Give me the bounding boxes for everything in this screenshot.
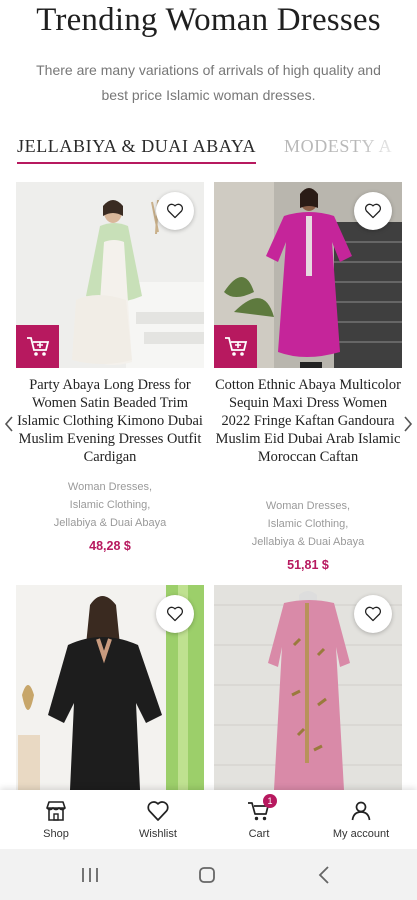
nav-label: Cart bbox=[248, 828, 270, 840]
nav-item-cart[interactable]: 1 Cart bbox=[207, 790, 311, 849]
recent-apps-button[interactable] bbox=[80, 865, 100, 885]
category-link[interactable]: Islamic Clothing, bbox=[16, 496, 204, 514]
heart-icon bbox=[166, 606, 184, 622]
product-image[interactable] bbox=[16, 182, 204, 368]
category-link[interactable]: Woman Dresses, bbox=[214, 497, 402, 515]
page-title: Trending Woman Dresses bbox=[36, 2, 381, 38]
back-icon bbox=[318, 866, 329, 884]
product-card[interactable]: Party Abaya Long Dress for Women Satin B… bbox=[16, 182, 204, 562]
cart-icon bbox=[224, 336, 247, 356]
category-tabs: JELLABIYA & DUAI ABAYA MODESTY A bbox=[0, 134, 417, 166]
recent-apps-icon bbox=[82, 868, 98, 882]
product-image[interactable] bbox=[16, 585, 204, 790]
nav-label: Wishlist bbox=[139, 828, 177, 840]
carousel-next-button[interactable] bbox=[401, 414, 415, 434]
product-image[interactable] bbox=[214, 182, 402, 368]
nav-label: Shop bbox=[43, 828, 69, 840]
wishlist-button[interactable] bbox=[156, 595, 194, 633]
product-name[interactable]: Party Abaya Long Dress for Women Satin B… bbox=[16, 376, 204, 466]
category-link[interactable]: Jellabiya & Duai Abaya bbox=[16, 514, 204, 532]
product-categories: Woman Dresses, Islamic Clothing, Jellabi… bbox=[16, 478, 204, 532]
product-price: 51,81 $ bbox=[287, 558, 329, 572]
heart-icon bbox=[364, 606, 382, 622]
product-card[interactable] bbox=[16, 585, 204, 790]
category-link[interactable]: Islamic Clothing, bbox=[214, 515, 402, 533]
back-button[interactable] bbox=[314, 865, 334, 885]
product-card[interactable]: Cotton Ethnic Abaya Multicolor Sequin Ma… bbox=[214, 182, 402, 582]
nav-label: My account bbox=[332, 828, 390, 840]
product-price: 48,28 $ bbox=[89, 539, 131, 553]
carousel-prev-button[interactable] bbox=[2, 414, 16, 434]
nav-item-my-account[interactable]: My account bbox=[309, 790, 413, 849]
heart-icon bbox=[147, 801, 169, 821]
chevron-right-icon bbox=[404, 416, 413, 432]
product-card[interactable] bbox=[214, 585, 402, 790]
add-to-cart-button[interactable] bbox=[214, 325, 257, 368]
chevron-left-icon bbox=[4, 416, 13, 432]
product-categories: Woman Dresses, Islamic Clothing, Jellabi… bbox=[214, 497, 402, 551]
cart-count-badge: 1 bbox=[263, 794, 277, 808]
tab-fade bbox=[357, 134, 417, 166]
nav-item-shop[interactable]: Shop bbox=[4, 790, 108, 849]
product-name[interactable]: Cotton Ethnic Abaya Multicolor Sequin Ma… bbox=[214, 376, 402, 466]
nav-item-wishlist[interactable]: Wishlist bbox=[106, 790, 210, 849]
add-to-cart-button[interactable] bbox=[16, 325, 59, 368]
cart-icon bbox=[26, 336, 49, 356]
tab-jellabiya-duai-abaya[interactable]: JELLABIYA & DUAI ABAYA bbox=[17, 136, 257, 164]
cart-icon-wrap: 1 bbox=[247, 794, 277, 823]
home-icon bbox=[199, 867, 215, 883]
wishlist-button[interactable] bbox=[354, 192, 392, 230]
heart-icon bbox=[364, 203, 382, 219]
product-image[interactable] bbox=[214, 585, 402, 790]
category-link[interactable]: Woman Dresses, bbox=[16, 478, 204, 496]
system-navigation-bar bbox=[0, 849, 417, 900]
wishlist-button[interactable] bbox=[156, 192, 194, 230]
user-icon bbox=[351, 801, 371, 821]
home-button[interactable] bbox=[197, 865, 217, 885]
bottom-navigation: Shop Wishlist 1 Cart My account bbox=[0, 790, 417, 849]
wishlist-button[interactable] bbox=[354, 595, 392, 633]
heart-icon bbox=[166, 203, 184, 219]
page-subtitle: There are many variations of arrivals of… bbox=[36, 62, 381, 103]
category-link[interactable]: Jellabiya & Duai Abaya bbox=[214, 533, 402, 551]
shop-icon bbox=[46, 801, 66, 821]
